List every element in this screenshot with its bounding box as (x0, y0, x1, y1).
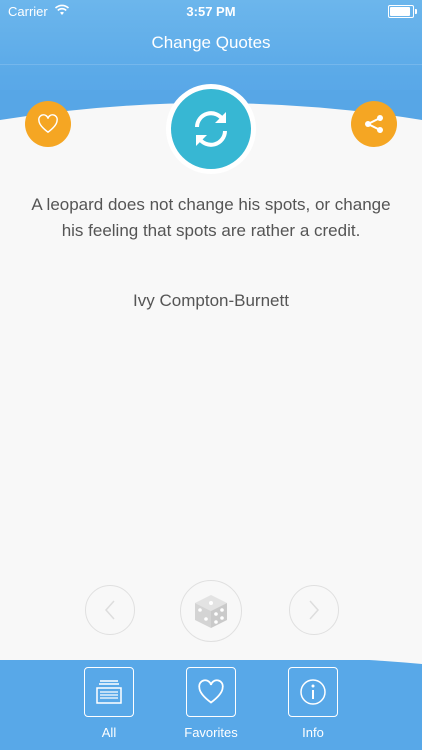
refresh-icon (195, 111, 227, 147)
tab-favorites[interactable]: Favorites (176, 665, 246, 745)
refresh-button[interactable] (166, 84, 256, 174)
tab-label: All (101, 725, 117, 740)
battery-icon (388, 5, 417, 18)
quote-author: Ivy Compton-Burnett (133, 291, 289, 310)
tab-all[interactable]: All (74, 665, 144, 745)
tab-label: Info (302, 725, 324, 740)
tab-icon-box (186, 667, 236, 717)
previous-button[interactable] (85, 585, 135, 635)
heart-icon (198, 679, 224, 704)
favorite-button[interactable] (25, 101, 71, 147)
dice-icon (195, 595, 227, 628)
quote-text: A leopard does not change his spots, or … (31, 195, 391, 240)
info-icon (300, 679, 326, 705)
clock: 3:57 PM (186, 4, 236, 19)
tab-icon-box (84, 667, 134, 717)
next-button[interactable] (289, 585, 339, 635)
random-button[interactable] (180, 580, 242, 642)
share-button[interactable] (351, 101, 397, 147)
divider (0, 64, 422, 65)
share-icon (365, 115, 383, 133)
heart-icon (38, 114, 58, 134)
chevron-right-icon (309, 600, 320, 620)
stack-icon (96, 680, 122, 704)
tab-info[interactable]: Info (278, 665, 348, 745)
tab-icon-box (288, 667, 338, 717)
status-bar: Carrier 3:57 PM (0, 0, 422, 22)
chevron-left-icon (104, 600, 115, 620)
page-title: Change Quotes (151, 33, 271, 52)
tab-label: Favorites (184, 725, 238, 740)
